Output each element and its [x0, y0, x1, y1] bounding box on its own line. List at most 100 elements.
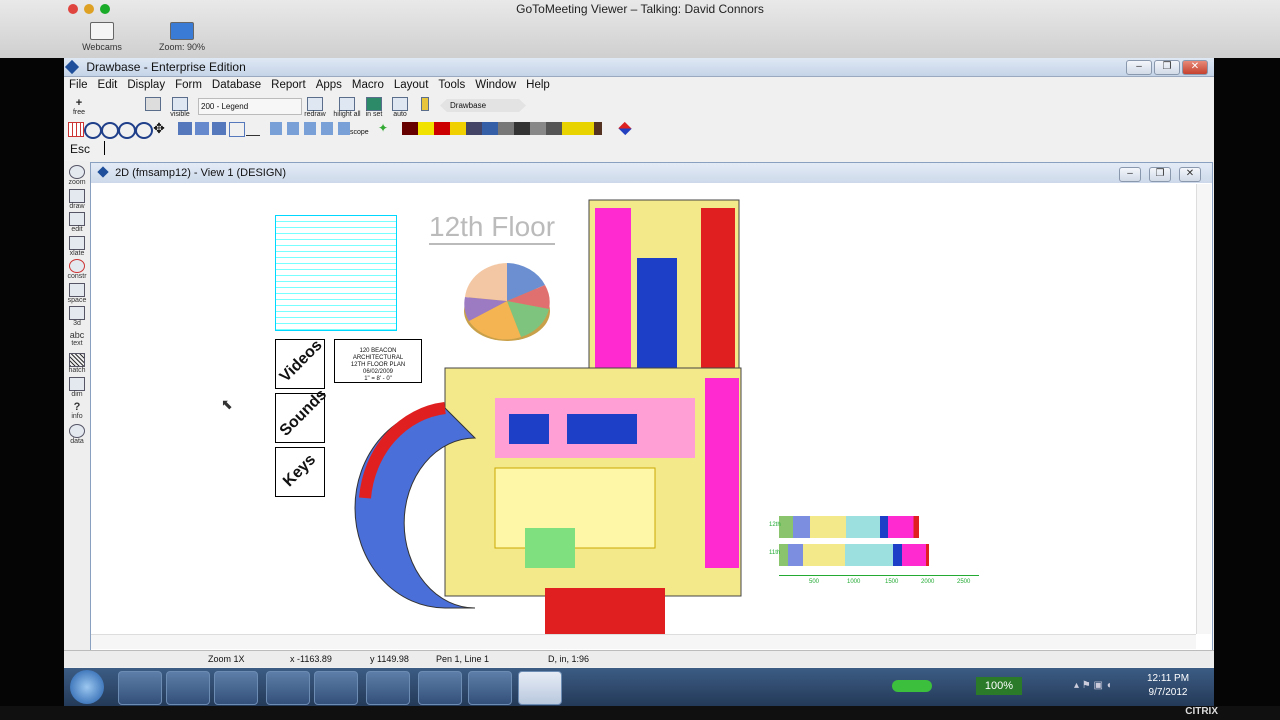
free-button[interactable]: + free	[70, 97, 88, 116]
menu-form[interactable]: Form	[170, 77, 207, 94]
drawing-close-button[interactable]: ✕	[1179, 167, 1201, 182]
tool-info[interactable]: ? info	[64, 401, 90, 420]
tool-hatch[interactable]: hatch	[64, 353, 90, 374]
videos-button[interactable]: Videos	[275, 337, 326, 389]
tool-constr[interactable]: constr	[64, 259, 90, 280]
tool-dim[interactable]: dim	[64, 377, 90, 398]
drawing-minimize-button[interactable]: –	[1119, 167, 1141, 182]
tool-text[interactable]: abc text	[64, 330, 90, 347]
macro-tools-group[interactable]	[402, 122, 602, 135]
pencil-icon	[69, 189, 85, 203]
menu-report[interactable]: Report	[266, 77, 311, 94]
redraw-button[interactable]: redraw	[304, 97, 326, 118]
pan-icon[interactable]: ✥	[152, 121, 166, 135]
tool-zoom-label: zoom	[68, 179, 86, 186]
battery-indicator[interactable]: 100%	[976, 677, 1022, 695]
diamond-icon[interactable]	[618, 121, 632, 136]
horizontal-scrollbar[interactable]	[91, 634, 1196, 649]
plus-icon: +	[75, 97, 83, 109]
rotate-icon[interactable]	[212, 122, 226, 135]
tool-data[interactable]: data	[64, 424, 90, 445]
zoom-in-icon[interactable]	[101, 122, 119, 139]
minimize-button[interactable]: –	[1126, 60, 1152, 75]
tool-xlate[interactable]: xlate	[64, 236, 90, 257]
dimension-icon	[69, 377, 85, 391]
tool-edit-label: edit	[71, 226, 83, 233]
xlate-icon	[69, 236, 85, 250]
magnifier-icon	[69, 165, 85, 179]
stretch-icon[interactable]	[229, 122, 245, 137]
app-taskbar-icon[interactable]	[214, 671, 258, 705]
zoom-window-icon[interactable]	[84, 122, 102, 139]
menu-display[interactable]: Display	[122, 77, 170, 94]
copy-icon[interactable]	[195, 122, 209, 135]
printer-icon	[172, 97, 188, 111]
explorer-taskbar-icon[interactable]	[118, 671, 162, 705]
drawbase-taskbar-icon[interactable]	[518, 671, 562, 705]
outlook-taskbar-icon[interactable]	[314, 671, 358, 705]
visible-label: visible	[170, 111, 190, 118]
internet-explorer-taskbar-icon[interactable]	[266, 671, 310, 705]
visible-button[interactable]: visible	[168, 97, 192, 118]
tool-3d[interactable]: 3d	[64, 306, 90, 327]
menu-file[interactable]: File	[64, 77, 93, 94]
pin-button[interactable]	[418, 97, 432, 111]
menu-layout[interactable]: Layout	[389, 77, 434, 94]
tray-icons[interactable]: ▴ ⚑ ▣ ◖	[1074, 680, 1134, 691]
tool-zoom[interactable]: zoom	[64, 165, 90, 186]
abc-icon: abc	[69, 330, 85, 340]
breadcrumb[interactable]: Drawbase	[440, 99, 526, 112]
in-set-button[interactable]: in set	[364, 97, 384, 118]
zoom-button[interactable]: Zoom: 90%	[147, 22, 217, 52]
move-icon[interactable]	[178, 122, 192, 135]
restore-button[interactable]: ❐	[1154, 60, 1180, 75]
media-player-taskbar-icon[interactable]	[166, 671, 210, 705]
drawing-titlebar: 2D (fmsamp12) - View 1 (DESIGN) – ❐ ✕	[91, 163, 1212, 183]
snap-icon[interactable]: ✦	[378, 122, 392, 135]
menu-macro[interactable]: Macro	[347, 77, 389, 94]
connection-status-icon[interactable]	[892, 680, 932, 692]
status-bar: Zoom 1X x -1163.89 y 1149.98 Pen 1, Line…	[64, 650, 1214, 667]
tool-space[interactable]: space	[64, 283, 90, 304]
pencil-icon	[145, 97, 161, 111]
skype-taskbar-icon[interactable]	[366, 671, 410, 705]
drawing-canvas[interactable]: 12th Floor Videos Sounds Keys 120 BEACON…	[91, 184, 1196, 634]
clock[interactable]: 12:11 PM 9/7/2012	[1138, 672, 1198, 700]
pencil-button[interactable]	[144, 97, 162, 111]
drawbase-window: Drawbase - Enterprise Edition – ❐ ✕ File…	[64, 58, 1214, 668]
cube-icon	[366, 97, 382, 111]
command-input[interactable]	[104, 141, 1109, 155]
menu-tools[interactable]: Tools	[433, 77, 470, 94]
menu-window[interactable]: Window	[470, 77, 521, 94]
hilight-label: hilight all	[333, 111, 361, 118]
in-set-label: in set	[365, 111, 383, 118]
layer-select[interactable]: 200 - Legend	[198, 98, 302, 115]
tool-dim-label: dim	[71, 391, 83, 398]
tool-space-label: space	[67, 297, 87, 304]
view-logo-icon	[97, 166, 109, 178]
tool-draw[interactable]: draw	[64, 189, 90, 210]
close-button[interactable]: ✕	[1182, 60, 1208, 75]
zoom-previous-icon[interactable]	[135, 122, 153, 139]
flower-app2-taskbar-icon[interactable]	[468, 671, 512, 705]
webcams-button[interactable]: Webcams	[67, 22, 137, 52]
sounds-button[interactable]: Sounds	[275, 386, 330, 443]
keys-button[interactable]: Keys	[275, 447, 325, 497]
drawing-restore-button[interactable]: ❐	[1149, 167, 1171, 182]
vertical-scrollbar[interactable]	[1196, 184, 1211, 634]
zoom-out-icon[interactable]	[118, 122, 136, 139]
line-icon[interactable]	[246, 122, 260, 136]
start-button[interactable]	[70, 670, 104, 704]
menu-database[interactable]: Database	[207, 77, 266, 94]
menu-apps[interactable]: Apps	[311, 77, 347, 94]
edit-tools-group[interactable]	[270, 122, 350, 135]
conference-b	[567, 414, 637, 444]
menu-edit[interactable]: Edit	[93, 77, 123, 94]
auto-button[interactable]: auto	[390, 97, 410, 118]
flower-app-taskbar-icon[interactable]	[418, 671, 462, 705]
grid-icon[interactable]	[68, 122, 84, 137]
tool-hatch-label: hatch	[68, 367, 86, 374]
tool-edit[interactable]: edit	[64, 212, 90, 233]
hilight-all-button[interactable]: hilight all	[332, 97, 362, 118]
menu-help[interactable]: Help	[521, 77, 555, 94]
